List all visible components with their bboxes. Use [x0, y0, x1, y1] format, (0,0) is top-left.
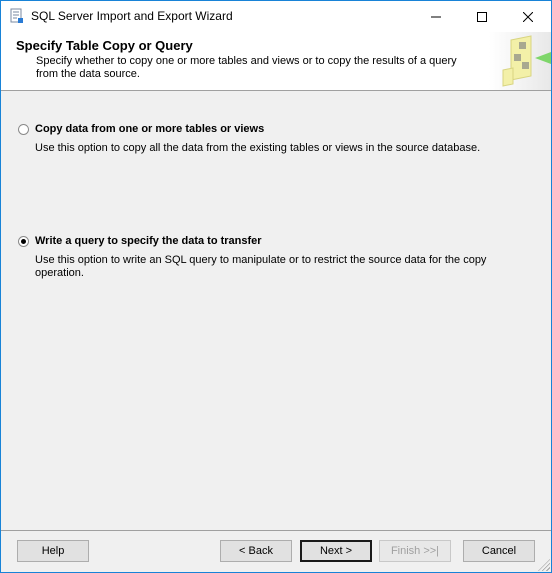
page-title: Specify Table Copy or Query — [16, 38, 193, 53]
wizard-header: Specify Table Copy or Query Specify whet… — [1, 32, 551, 91]
copy-tables-description: Use this option to copy all the data fro… — [35, 142, 481, 154]
title-bar[interactable]: SQL Server Import and Export Wizard — [1, 1, 551, 32]
resize-grip[interactable] — [538, 559, 550, 571]
write-query-radio[interactable] — [18, 236, 29, 247]
maximize-icon — [477, 11, 487, 22]
minimize-icon — [431, 16, 441, 17]
write-query-description: Use this option to write an SQL query to… — [35, 254, 487, 279]
wizard-app-icon — [10, 8, 23, 23]
cancel-button[interactable]: Cancel — [463, 540, 535, 562]
close-icon — [523, 11, 533, 22]
next-button[interactable]: Next > — [300, 540, 372, 562]
minimize-button[interactable] — [413, 1, 459, 32]
window-title: SQL Server Import and Export Wizard — [31, 9, 233, 23]
header-banner — [489, 32, 551, 90]
close-button[interactable] — [505, 1, 551, 32]
help-button[interactable]: Help — [17, 540, 89, 562]
page-description: Specify whether to copy one or more tabl… — [36, 55, 457, 80]
back-button[interactable]: < Back — [220, 540, 292, 562]
footer-divider — [1, 530, 551, 531]
diagram-wizard-icon — [502, 35, 551, 87]
copy-tables-radio[interactable] — [18, 124, 29, 135]
finish-button: Finish >>| — [379, 540, 451, 562]
wizard-window: SQL Server Import and Export Wizard Spec… — [0, 0, 552, 573]
copy-tables-label[interactable]: Copy data from one or more tables or vie… — [35, 123, 264, 135]
maximize-button[interactable] — [459, 1, 505, 32]
write-query-label[interactable]: Write a query to specify the data to tra… — [35, 235, 262, 247]
